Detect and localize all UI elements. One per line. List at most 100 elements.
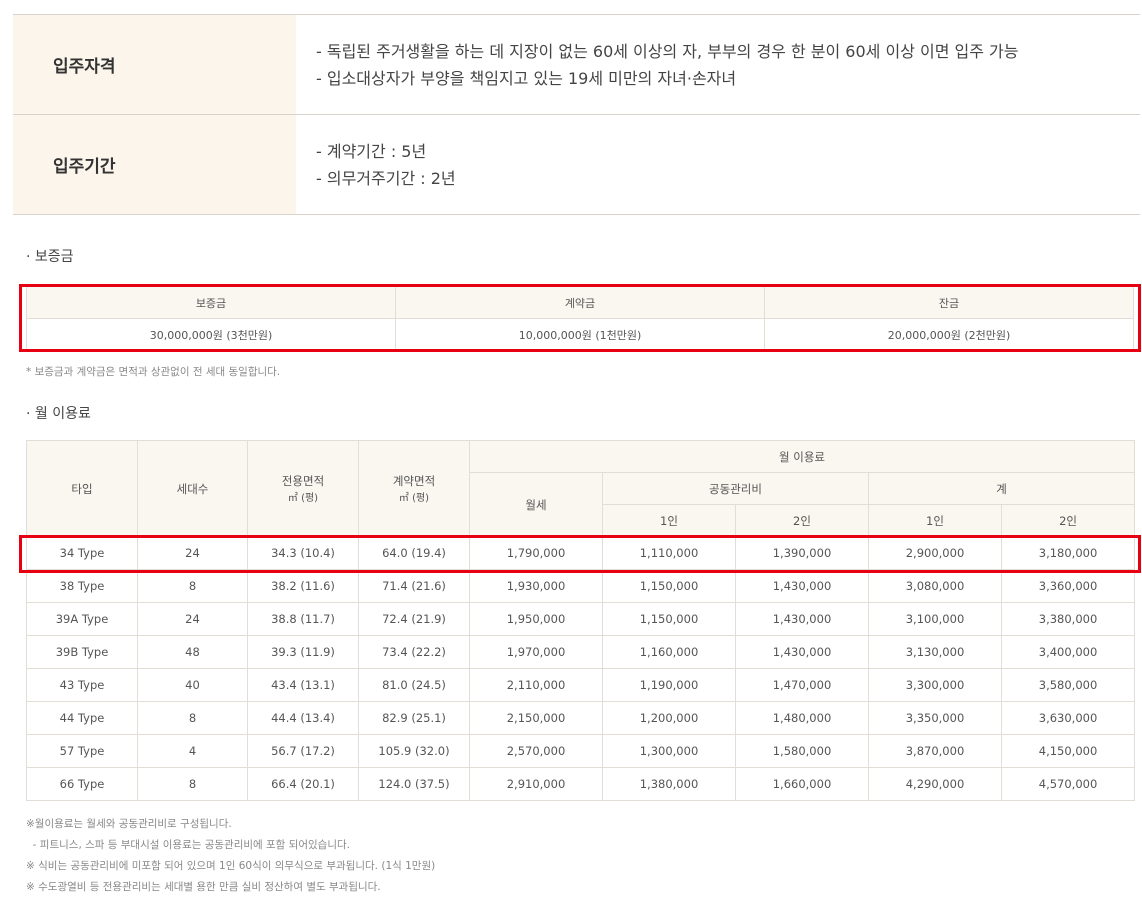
table-cell: 2,910,000 — [469, 767, 603, 801]
info-line: - 입소대상자가 부양을 책임지고 있는 19세 미만의 자녀·손자녀 — [316, 68, 737, 88]
table-cell: 3,580,000 — [1000, 668, 1136, 702]
table-cell: 38.8 (11.7) — [247, 602, 359, 636]
header-2-person: 2인 — [735, 504, 869, 537]
table-cell: 3,360,000 — [1000, 569, 1136, 603]
table-cell: 124.0 (37.5) — [358, 767, 470, 801]
table-cell: 2,570,000 — [469, 734, 603, 768]
info-line: - 의무거주기간 : 2년 — [316, 168, 456, 188]
table-cell: 1,150,000 — [602, 602, 736, 636]
table-cell: 1,430,000 — [735, 602, 869, 636]
header-label: 계약면적 — [392, 474, 436, 488]
table-cell: 39B Type — [26, 635, 138, 669]
monthly-fee-table: 타입 세대수 전용면적 ㎡ (평) 계약면적 ㎡ (평) 월 이용료 월세 공동… — [26, 440, 1136, 801]
table-cell: 38 Type — [26, 569, 138, 603]
table-cell: 40 — [137, 668, 248, 702]
table-row: 38 Type 8 38.2 (11.6) 71.4 (21.6) 1,930,000 1… — [26, 569, 1136, 603]
table-cell: 3,350,000 — [868, 701, 1002, 735]
table-row: 39B Type 48 39.3 (11.9) 73.4 (22.2) 1,970,00… — [26, 635, 1136, 669]
table-cell: 1,970,000 — [469, 635, 603, 669]
table-cell: 73.4 (22.2) — [358, 635, 470, 669]
info-label: 입주자격 — [13, 15, 296, 114]
area-unit: ㎡ (평) — [287, 493, 319, 504]
info-line: - 계약기간 : 5년 — [316, 141, 427, 161]
table-row: 44 Type 8 44.4 (13.4) 82.9 (25.1) 2,150,000 1… — [26, 701, 1136, 735]
table-cell: 3,400,000 — [1000, 635, 1136, 669]
table-cell: 1,480,000 — [735, 701, 869, 735]
area-unit: ㎡ (평) — [398, 493, 430, 504]
header-exclusive-area: 전용면적 ㎡ (평) — [247, 440, 359, 537]
table-cell: 1,950,000 — [469, 602, 603, 636]
table-cell: 3,870,000 — [868, 734, 1002, 768]
table-cell: 1,150,000 — [602, 569, 736, 603]
table-row: 39A Type 24 38.8 (11.7) 72.4 (21.9) 1,950,00… — [26, 602, 1136, 636]
table-cell: 3,100,000 — [868, 602, 1002, 636]
footnote: ※ 식비는 공동관리비에 미포함 되어 있으며 1인 60식이 의무식으로 부과… — [26, 860, 436, 872]
table-cell: 3,630,000 — [1000, 701, 1136, 735]
header-mgmt-fee: 공동관리비 — [602, 472, 869, 505]
header-contract-area: 계약면적 ㎡ (평) — [358, 440, 470, 537]
header-label: 전용면적 — [281, 474, 325, 488]
table-cell: 4,150,000 — [1000, 734, 1136, 768]
header-2-person: 2인 — [1000, 504, 1136, 537]
footnote: - 피트니스, 스파 등 부대시설 이용료는 공동관리비에 포함 되어있습니다. — [26, 839, 350, 851]
table-row: 57 Type 4 56.7 (17.2) 105.9 (32.0) 2,570,000… — [26, 734, 1136, 768]
table-cell: 8 — [137, 767, 248, 801]
header-1-person: 1인 — [602, 504, 736, 537]
info-line: - 독립된 주거생활을 하는 데 지장이 없는 60세 이상의 자, 부부의 경… — [316, 41, 1019, 61]
header-total: 계 — [867, 472, 1136, 505]
table-cell: 3,130,000 — [868, 635, 1002, 669]
row-highlight-box — [19, 535, 1141, 573]
table-cell: 66 Type — [26, 767, 138, 801]
table-cell: 43.4 (13.1) — [247, 668, 359, 702]
table-cell: 1,660,000 — [735, 767, 869, 801]
table-row: 66 Type 8 66.4 (20.1) 124.0 (37.5) 2,910,000… — [26, 767, 1136, 801]
info-row-period: 입주기간 - 계약기간 : 5년 - 의무거주기간 : 2년 — [13, 115, 1140, 215]
table-cell: 8 — [137, 701, 248, 735]
table-cell: 105.9 (32.0) — [358, 734, 470, 768]
table-cell: 3,380,000 — [1000, 602, 1136, 636]
table-cell: 1,930,000 — [469, 569, 603, 603]
table-cell: 44 Type — [26, 701, 138, 735]
table-cell: 4,290,000 — [868, 767, 1002, 801]
table-cell: 4 — [137, 734, 248, 768]
table-row: 43 Type 40 43.4 (13.1) 81.0 (24.5) 2,110,000… — [26, 668, 1136, 702]
table-cell: 39.3 (11.9) — [247, 635, 359, 669]
table-cell: 66.4 (20.1) — [247, 767, 359, 801]
table-cell: 1,160,000 — [602, 635, 736, 669]
table-cell: 81.0 (24.5) — [358, 668, 470, 702]
table-cell: 4,570,000 — [1000, 767, 1136, 801]
header-type: 타입 — [26, 440, 138, 537]
table-cell: 82.9 (25.1) — [358, 701, 470, 735]
table-cell: 1,380,000 — [602, 767, 736, 801]
deposit-highlight-box — [19, 284, 1141, 352]
table-cell: 3,080,000 — [868, 569, 1002, 603]
table-cell: 57 Type — [26, 734, 138, 768]
header-households: 세대수 — [137, 440, 248, 537]
table-cell: 72.4 (21.9) — [358, 602, 470, 636]
info-label: 입주기간 — [13, 115, 296, 214]
table-cell: 3,300,000 — [868, 668, 1002, 702]
info-row-eligibility: 입주자격 - 독립된 주거생활을 하는 데 지장이 없는 60세 이상의 자, … — [13, 15, 1140, 115]
table-cell: 1,430,000 — [735, 569, 869, 603]
header-rent: 월세 — [469, 472, 603, 537]
table-cell: 1,580,000 — [735, 734, 869, 768]
table-cell: 44.4 (13.4) — [247, 701, 359, 735]
table-cell: 1,470,000 — [735, 668, 869, 702]
deposit-note: * 보증금과 계약금은 면적과 상관없이 전 세대 동일합니다. — [26, 366, 281, 378]
table-cell: 24 — [137, 602, 248, 636]
table-cell: 8 — [137, 569, 248, 603]
table-cell: 38.2 (11.6) — [247, 569, 359, 603]
table-cell: 2,110,000 — [469, 668, 603, 702]
footnote: ※ 수도광열비 등 전용관리비는 세대별 용한 만큼 실비 정산하여 별도 부과… — [26, 881, 381, 893]
deposit-section-title: · 보증금 — [26, 249, 74, 265]
table-cell: 43 Type — [26, 668, 138, 702]
table-cell: 1,430,000 — [735, 635, 869, 669]
footnote: ※월이용료는 월세와 공동관리비로 구성됩니다. — [26, 818, 232, 830]
fees-section-title: · 월 이용료 — [26, 406, 91, 422]
table-cell: 48 — [137, 635, 248, 669]
table-cell: 39A Type — [26, 602, 138, 636]
table-cell: 1,190,000 — [602, 668, 736, 702]
header-1-person: 1인 — [868, 504, 1002, 537]
table-cell: 2,150,000 — [469, 701, 603, 735]
table-cell: 56.7 (17.2) — [247, 734, 359, 768]
